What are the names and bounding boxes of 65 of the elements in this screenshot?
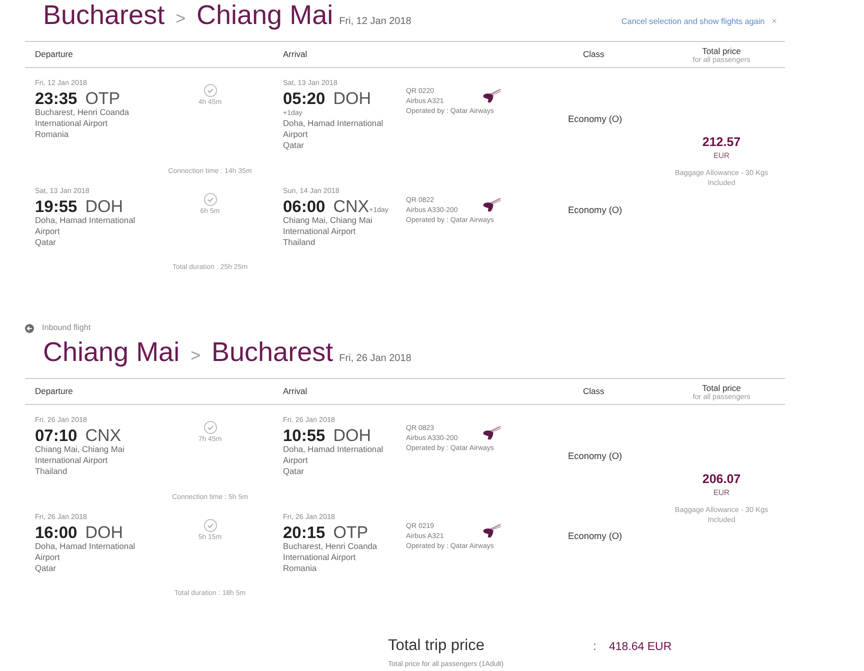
column-header: Departure	[35, 49, 73, 60]
cabin-class: Economy (O)	[568, 205, 622, 215]
colon-separator: :	[593, 638, 596, 654]
trip-total-label: Total trip price	[388, 636, 484, 654]
departure-time: 23:35	[35, 90, 78, 108]
antelope-icon	[483, 524, 501, 538]
airport-code: OTP	[85, 88, 120, 108]
column-header: Departure	[35, 386, 73, 397]
airport-code: OTP	[333, 523, 368, 542]
cabin-class: Economy (O)	[568, 451, 622, 461]
country-name: Qatar	[35, 563, 56, 574]
arrival-time: 20:15	[283, 524, 326, 542]
antelope-icon	[483, 426, 501, 440]
check-circle-icon	[204, 84, 216, 97]
airport-name: Doha, Hamad International Airport	[35, 215, 136, 237]
country-name: Qatar	[283, 466, 304, 476]
check-circle-icon	[204, 421, 216, 434]
cabin-class: Economy (O)	[568, 531, 622, 541]
inbound-label: Inbound flight	[42, 322, 91, 334]
airport-name: Bucharest, Henri Coanda International Airport	[283, 541, 378, 563]
route-title: Chiang Mai > Bucharest	[43, 337, 334, 369]
column-header: Class	[583, 49, 604, 60]
airport-code: DOH	[333, 88, 371, 108]
column-header: Arrival	[283, 49, 308, 60]
column-header: Arrival	[283, 386, 308, 397]
column-header: Total price	[702, 46, 741, 56]
cancel-selection-link[interactable]: Cancel selection and show flights again ×	[621, 16, 777, 26]
airport-code: DOH	[333, 426, 371, 444]
departure-time: 16:00	[35, 524, 78, 542]
airport-code: CNX	[333, 197, 370, 216]
check-circle-icon	[204, 192, 216, 206]
column-header: Class	[583, 386, 604, 397]
departure-time: 07:10	[35, 426, 78, 444]
column-header: Total price	[702, 382, 741, 392]
airport-code: DOH	[85, 197, 123, 216]
antelope-icon	[483, 89, 501, 103]
route-date: Fri, 12 Jan 2018	[339, 16, 412, 27]
airport-name: Doha, Hamad International Airport	[35, 541, 136, 563]
route-title: Bucharest > Chiang Mai	[43, 0, 334, 32]
country-name: Thailand	[35, 466, 68, 476]
arrival-time: 10:55	[283, 426, 326, 444]
trip-total-amount: 418.64 EUR	[609, 640, 672, 654]
route-date: Fri, 26 Jan 2018	[339, 353, 412, 364]
airport-code: CNX	[85, 426, 122, 444]
airport-name: Doha, Hamad International Airport	[283, 118, 384, 140]
country-name: Qatar	[283, 140, 304, 150]
country-name: Romania	[35, 128, 69, 140]
left-arrow-icon	[25, 324, 34, 332]
close-icon[interactable]: ×	[772, 16, 777, 26]
arrival-time: 05:20	[283, 90, 326, 108]
country-name: Qatar	[35, 237, 56, 248]
antelope-icon	[483, 198, 501, 212]
airport-name: Bucharest, Henri Coanda International Airport	[35, 106, 130, 128]
departure-time: 19:55	[35, 198, 78, 216]
airport-name: Doha, Hamad International Airport	[283, 444, 384, 466]
airport-name: Chiang Mai, Chiang Mai International Airport	[35, 444, 126, 466]
airport-code: DOH	[85, 523, 123, 542]
country-name: Thailand	[283, 237, 316, 248]
cabin-class: Economy (O)	[568, 114, 622, 124]
arrival-time: 06:00	[283, 198, 326, 216]
price-amount: 212.57	[702, 134, 741, 150]
country-name: Romania	[283, 563, 317, 574]
check-circle-icon	[204, 518, 216, 532]
airport-name: Chiang Mai, Chiang Mai International Airport	[283, 215, 374, 237]
price-amount: 206.07	[702, 470, 741, 487]
